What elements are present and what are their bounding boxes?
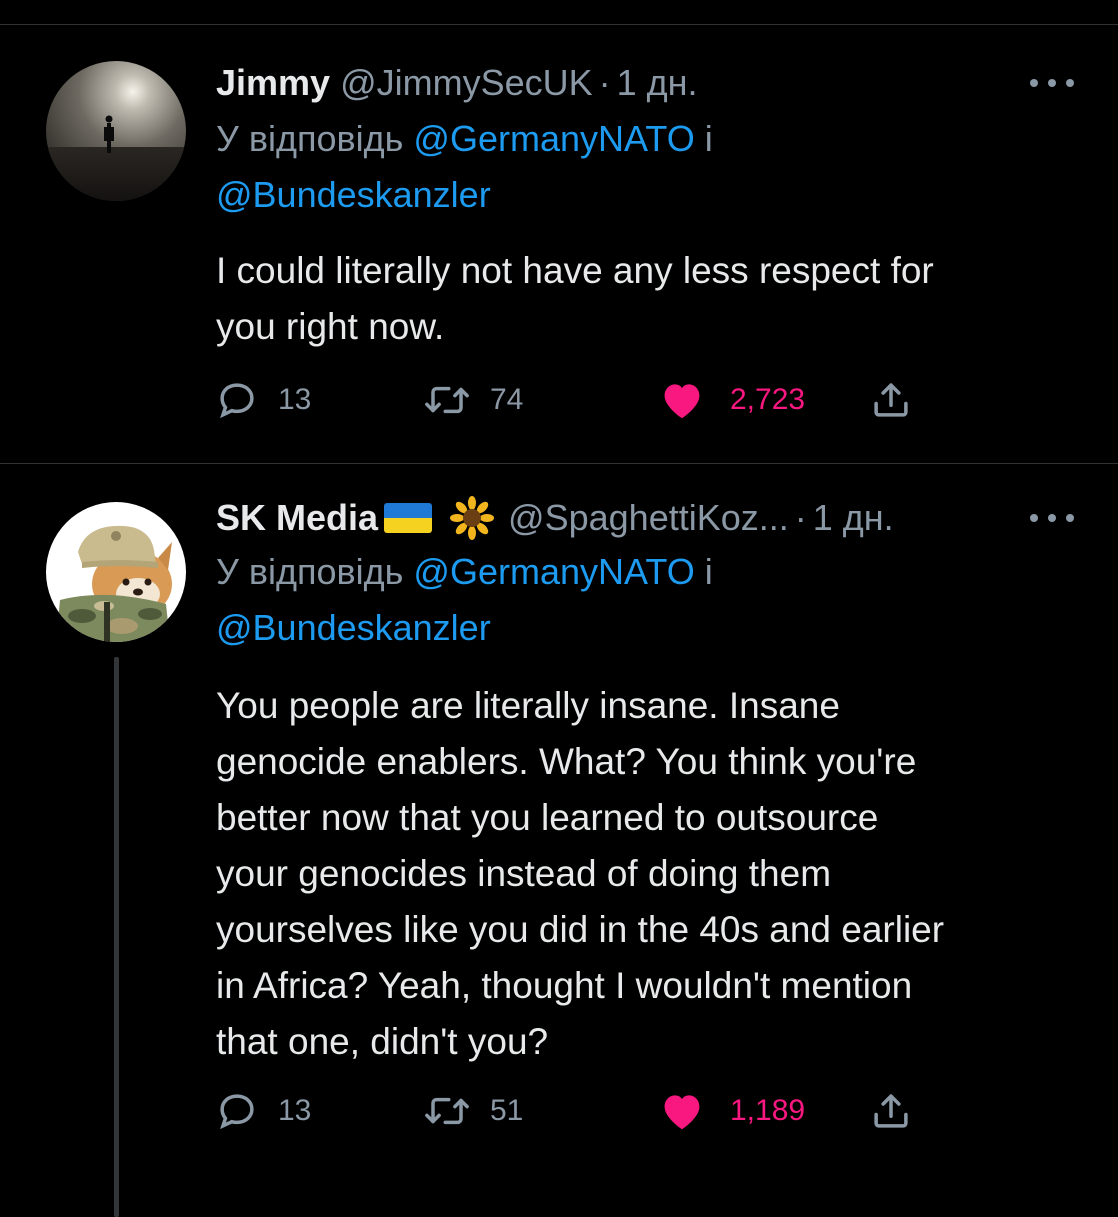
like-count: 1,189 [730, 1094, 806, 1127]
retweet-count: 51 [490, 1094, 524, 1127]
share-icon [874, 1094, 908, 1128]
more-options-icon[interactable] [1030, 73, 1074, 93]
reply-button[interactable]: 13 [216, 375, 311, 425]
share-icon [874, 383, 908, 417]
retweet-icon [425, 1097, 469, 1125]
mention-link[interactable]: @GermanyNATO [413, 118, 694, 159]
thread-line [114, 657, 119, 1217]
mention-link[interactable]: @Bundeskanzler [216, 600, 1076, 656]
tweet-text-line: in Africa? Yeah, thought I wouldn't ment… [216, 965, 913, 1006]
reply-prefix: У відповідь [216, 551, 404, 592]
display-name[interactable]: Jimmy [216, 62, 330, 104]
reply-icon [220, 1094, 254, 1130]
timestamp[interactable]: 1 дн. [813, 497, 894, 539]
like-count: 2,723 [730, 383, 806, 416]
tweet[interactable]: Jimmy @JimmySecUK · 1 дн. У відповідь @G… [0, 25, 1118, 463]
tweet-text-line: genocide enablers. What? You think you'r… [216, 741, 917, 782]
mention-link[interactable]: @Bundeskanzler [216, 167, 1076, 223]
reply-conjunction: і [704, 118, 713, 159]
tweet-text-line: yourselves like you did in the 40s and e… [216, 909, 945, 950]
tweet-text-line: your genocides instead of doing them [216, 853, 832, 894]
separator: · [598, 62, 611, 103]
tweet-text: I could literally not have any less resp… [216, 243, 1086, 355]
reply-count: 13 [278, 1094, 312, 1127]
tweet-header: Jimmy @JimmySecUK · 1 дн. [216, 59, 1078, 107]
ukraine-flag-icon [384, 503, 433, 533]
sunflower-icon [450, 496, 495, 540]
display-name[interactable]: SK Media [216, 497, 378, 539]
reply-icon [220, 383, 254, 419]
reply-count: 13 [278, 383, 312, 416]
share-button[interactable] [870, 375, 912, 425]
action-bar: 13 74 2,723 [216, 375, 956, 425]
tweet-header: SK Media @SpaghettiKoz... · 1 дн. [216, 494, 1078, 542]
retweet-button[interactable]: 51 [424, 1086, 523, 1136]
separator: · [794, 497, 807, 538]
like-button[interactable]: 2,723 [660, 375, 805, 425]
reply-prefix: У відповідь [216, 118, 404, 159]
retweet-icon [425, 386, 469, 414]
user-handle[interactable]: @SpaghettiKoz... [508, 497, 789, 539]
reply-conjunction: і [704, 551, 713, 592]
more-options-icon[interactable] [1030, 508, 1074, 528]
like-button[interactable]: 1,189 [660, 1086, 805, 1136]
avatar[interactable] [46, 502, 186, 642]
retweet-button[interactable]: 74 [424, 375, 523, 425]
tweet-text-line: You people are literally insane. Insane [216, 685, 840, 726]
tweet-text-line: better now that you learned to outsource [216, 797, 879, 838]
tweet[interactable]: SK Media @SpaghettiKoz... · 1 дн. У відп… [0, 464, 1118, 1217]
reply-context: У відповідь @GermanyNATO і @Bundeskanzle… [216, 544, 1076, 656]
tweet-text-line: that one, didn't you? [216, 1021, 549, 1062]
reply-context: У відповідь @GermanyNATO і @Bundeskanzle… [216, 111, 1076, 223]
retweet-count: 74 [490, 383, 524, 416]
avatar[interactable] [46, 61, 186, 201]
tweet-text-line: you right now. [216, 306, 445, 347]
share-button[interactable] [870, 1086, 912, 1136]
mention-link[interactable]: @GermanyNATO [413, 551, 694, 592]
action-bar: 13 51 1,189 [216, 1086, 956, 1136]
tweet-text-line: I could literally not have any less resp… [216, 250, 934, 291]
tweet-text: You people are literally insane. Insane … [216, 678, 1086, 1070]
user-handle[interactable]: @JimmySecUK [340, 62, 593, 104]
timestamp[interactable]: 1 дн. [617, 62, 698, 104]
reply-button[interactable]: 13 [216, 1086, 311, 1136]
heart-icon [664, 1095, 700, 1130]
heart-icon [664, 384, 700, 419]
